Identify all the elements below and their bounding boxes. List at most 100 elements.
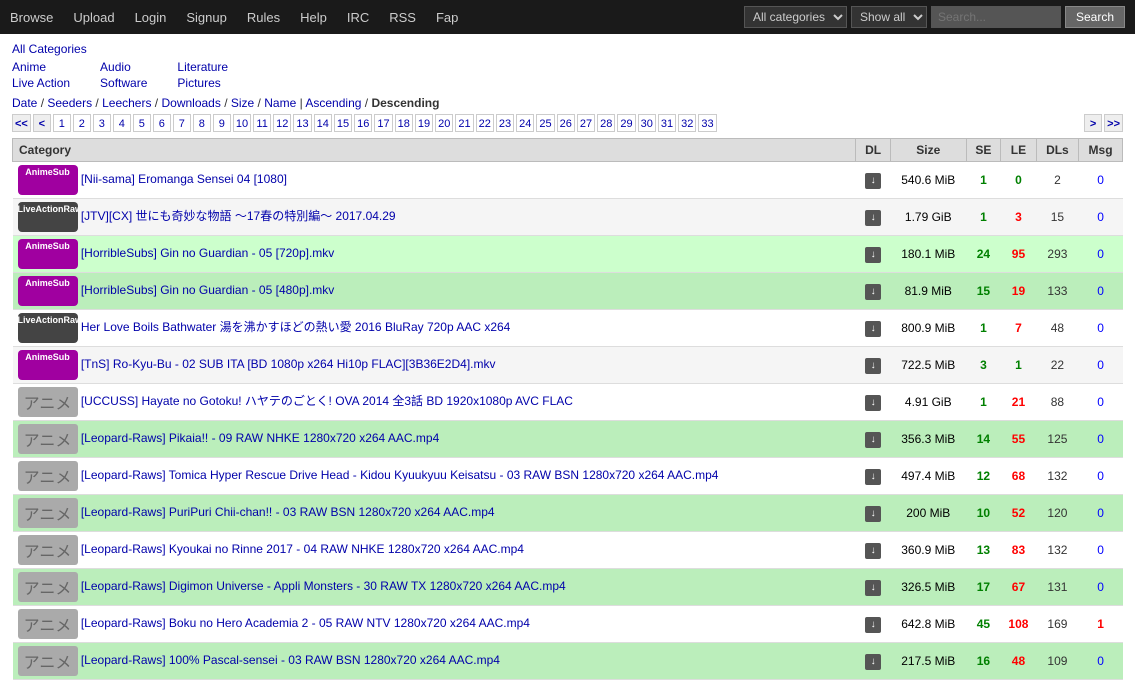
page-28[interactable]: 28 bbox=[597, 114, 615, 132]
download-icon[interactable]: ↓ bbox=[865, 654, 881, 670]
download-icon[interactable]: ↓ bbox=[865, 432, 881, 448]
download-icon[interactable]: ↓ bbox=[865, 580, 881, 596]
page-1[interactable]: 1 bbox=[53, 114, 71, 132]
page-first[interactable]: << bbox=[12, 114, 31, 132]
cat-pictures[interactable]: Pictures bbox=[177, 76, 228, 90]
page-33[interactable]: 33 bbox=[698, 114, 716, 132]
nav-login[interactable]: Login bbox=[135, 10, 167, 25]
page-2[interactable]: 2 bbox=[73, 114, 91, 132]
torrent-title-link[interactable]: [HorribleSubs] Gin no Guardian - 05 [720… bbox=[81, 246, 334, 260]
download-icon[interactable]: ↓ bbox=[865, 543, 881, 559]
sort-downloads[interactable]: Downloads bbox=[161, 96, 220, 110]
torrent-title-link[interactable]: Her Love Boils Bathwater 湯を沸かすほどの熱い愛 201… bbox=[81, 320, 511, 334]
nav-browse[interactable]: Browse bbox=[10, 10, 53, 25]
torrent-title-link[interactable]: [Leopard-Raws] Kyoukai no Rinne 2017 - 0… bbox=[81, 542, 524, 556]
page-13[interactable]: 13 bbox=[293, 114, 311, 132]
page-19[interactable]: 19 bbox=[415, 114, 433, 132]
cell-messages: 0 bbox=[1079, 347, 1123, 384]
cell-leechers: 0 bbox=[1001, 162, 1037, 199]
page-24[interactable]: 24 bbox=[516, 114, 534, 132]
torrent-title-link[interactable]: [Leopard-Raws] Boku no Hero Academia 2 -… bbox=[81, 616, 530, 630]
download-icon[interactable]: ↓ bbox=[865, 173, 881, 189]
cat-literature[interactable]: Literature bbox=[177, 60, 228, 74]
cat-anime[interactable]: Anime bbox=[12, 60, 70, 74]
download-icon[interactable]: ↓ bbox=[865, 284, 881, 300]
torrent-title-link[interactable]: [Nii-sama] Eromanga Sensei 04 [1080] bbox=[81, 172, 287, 186]
page-25[interactable]: 25 bbox=[536, 114, 554, 132]
page-15[interactable]: 15 bbox=[334, 114, 352, 132]
sort-ascending[interactable]: Ascending bbox=[305, 96, 361, 110]
torrent-title-link[interactable]: [Leopard-Raws] 100% Pascal-sensei - 03 R… bbox=[81, 653, 500, 667]
torrent-title-link[interactable]: [Leopard-Raws] PuriPuri Chii-chan!! - 03… bbox=[81, 505, 495, 519]
download-icon[interactable]: ↓ bbox=[865, 247, 881, 263]
cell-downloads: 133 bbox=[1036, 273, 1078, 310]
nav-irc[interactable]: IRC bbox=[347, 10, 369, 25]
torrent-title-link[interactable]: [Leopard-Raws] Digimon Universe - Appli … bbox=[81, 579, 566, 593]
page-12[interactable]: 12 bbox=[273, 114, 291, 132]
torrent-title-link[interactable]: [UCCUSS] Hayate no Gotoku! ハヤテのごとく! OVA … bbox=[81, 394, 573, 408]
page-6[interactable]: 6 bbox=[153, 114, 171, 132]
page-18[interactable]: 18 bbox=[395, 114, 413, 132]
sort-seeders[interactable]: Seeders bbox=[47, 96, 92, 110]
page-7[interactable]: 7 bbox=[173, 114, 191, 132]
page-10[interactable]: 10 bbox=[233, 114, 251, 132]
page-last[interactable]: >> bbox=[1104, 114, 1123, 132]
torrent-title-link[interactable]: [TnS] Ro-Kyu-Bu - 02 SUB ITA [BD 1080p x… bbox=[81, 357, 496, 371]
download-icon[interactable]: ↓ bbox=[865, 617, 881, 633]
download-icon[interactable]: ↓ bbox=[865, 469, 881, 485]
all-categories-link[interactable]: All Categories bbox=[12, 42, 1123, 56]
sort-name[interactable]: Name bbox=[264, 96, 296, 110]
page-14[interactable]: 14 bbox=[314, 114, 332, 132]
show-select[interactable]: Show all bbox=[851, 6, 927, 28]
download-icon[interactable]: ↓ bbox=[865, 358, 881, 374]
page-32[interactable]: 32 bbox=[678, 114, 696, 132]
page-9[interactable]: 9 bbox=[213, 114, 231, 132]
page-17[interactable]: 17 bbox=[374, 114, 392, 132]
download-icon[interactable]: ↓ bbox=[865, 506, 881, 522]
page-22[interactable]: 22 bbox=[476, 114, 494, 132]
download-icon[interactable]: ↓ bbox=[865, 321, 881, 337]
search-input[interactable] bbox=[931, 6, 1061, 28]
torrent-title-link[interactable]: [Leopard-Raws] Tomica Hyper Rescue Drive… bbox=[81, 468, 719, 482]
page-8[interactable]: 8 bbox=[193, 114, 211, 132]
page-23[interactable]: 23 bbox=[496, 114, 514, 132]
nav-rss[interactable]: RSS bbox=[389, 10, 416, 25]
cell-leechers: 83 bbox=[1001, 532, 1037, 569]
page-16[interactable]: 16 bbox=[354, 114, 372, 132]
nav-rules[interactable]: Rules bbox=[247, 10, 280, 25]
torrent-title-link[interactable]: [HorribleSubs] Gin no Guardian - 05 [480… bbox=[81, 283, 334, 297]
cell-leechers: 3 bbox=[1001, 199, 1037, 236]
cell-messages: 0 bbox=[1079, 199, 1123, 236]
page-31[interactable]: 31 bbox=[658, 114, 676, 132]
page-3[interactable]: 3 bbox=[93, 114, 111, 132]
download-icon[interactable]: ↓ bbox=[865, 395, 881, 411]
cell-leechers: 67 bbox=[1001, 569, 1037, 606]
sort-date[interactable]: Date bbox=[12, 96, 37, 110]
search-button[interactable]: Search bbox=[1065, 6, 1125, 28]
page-29[interactable]: 29 bbox=[617, 114, 635, 132]
page-21[interactable]: 21 bbox=[455, 114, 473, 132]
page-next[interactable]: > bbox=[1084, 114, 1102, 132]
page-11[interactable]: 11 bbox=[253, 114, 271, 132]
cat-software[interactable]: Software bbox=[100, 76, 147, 90]
sort-size[interactable]: Size bbox=[231, 96, 254, 110]
torrent-title-link[interactable]: [JTV][CX] 世にも奇妙な物語 ～17春の特別編～ 2017.04.29 bbox=[81, 209, 396, 223]
nav-fap[interactable]: Fap bbox=[436, 10, 458, 25]
cell-category: アニメ [Leopard-Raws] 100% Pascal-sensei - … bbox=[13, 643, 856, 680]
category-select[interactable]: All categories bbox=[744, 6, 847, 28]
page-4[interactable]: 4 bbox=[113, 114, 131, 132]
cat-live-action[interactable]: Live Action bbox=[12, 76, 70, 90]
download-icon[interactable]: ↓ bbox=[865, 210, 881, 226]
cat-audio[interactable]: Audio bbox=[100, 60, 147, 74]
sort-leechers[interactable]: Leechers bbox=[102, 96, 151, 110]
nav-upload[interactable]: Upload bbox=[73, 10, 114, 25]
torrent-title-link[interactable]: [Leopard-Raws] Pikaia!! - 09 RAW NHKE 12… bbox=[81, 431, 439, 445]
page-27[interactable]: 27 bbox=[577, 114, 595, 132]
page-5[interactable]: 5 bbox=[133, 114, 151, 132]
page-20[interactable]: 20 bbox=[435, 114, 453, 132]
nav-signup[interactable]: Signup bbox=[186, 10, 226, 25]
page-prev[interactable]: < bbox=[33, 114, 51, 132]
page-26[interactable]: 26 bbox=[557, 114, 575, 132]
nav-help[interactable]: Help bbox=[300, 10, 327, 25]
page-30[interactable]: 30 bbox=[638, 114, 656, 132]
